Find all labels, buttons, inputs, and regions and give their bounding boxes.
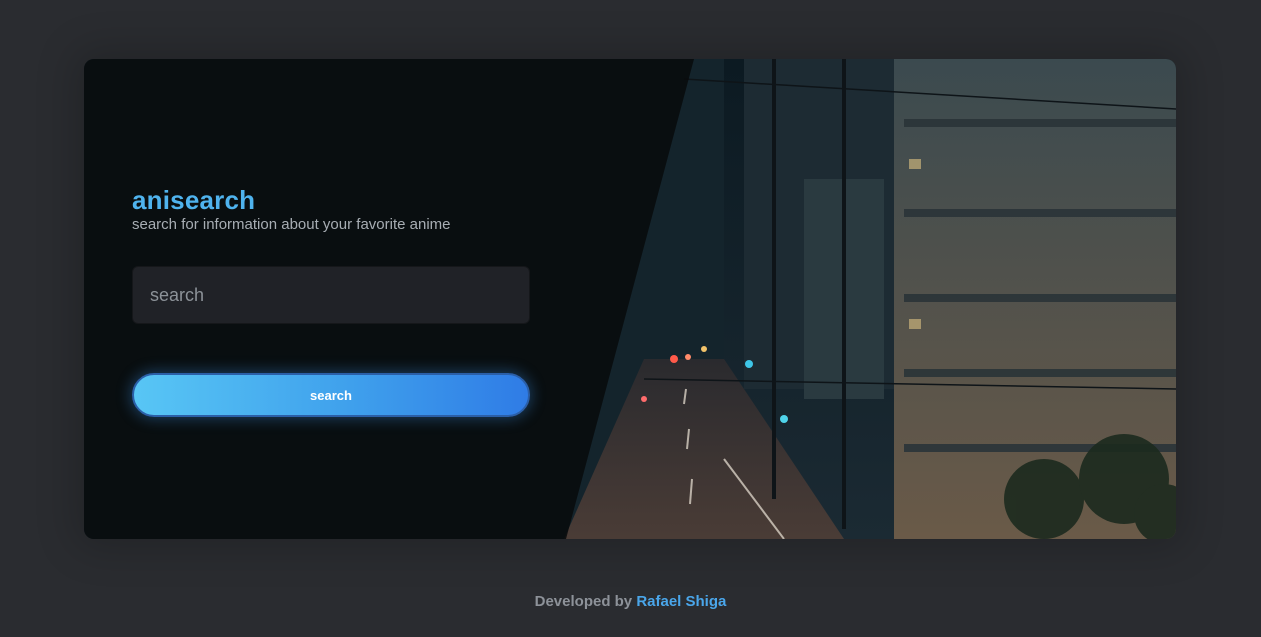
search-panel: anisearch search for information about y… [132, 185, 530, 417]
search-input[interactable] [132, 266, 530, 324]
search-button[interactable]: search [132, 373, 530, 417]
footer-prefix: Developed by [534, 593, 633, 610]
search-card: anisearch search for information about y… [84, 59, 1176, 539]
app-title: anisearch [132, 185, 256, 215]
author-link[interactable]: Rafael Shiga [636, 593, 726, 610]
footer: Developed by Rafael Shiga [0, 593, 1261, 610]
app-subtitle: search for information about your favori… [132, 216, 451, 233]
